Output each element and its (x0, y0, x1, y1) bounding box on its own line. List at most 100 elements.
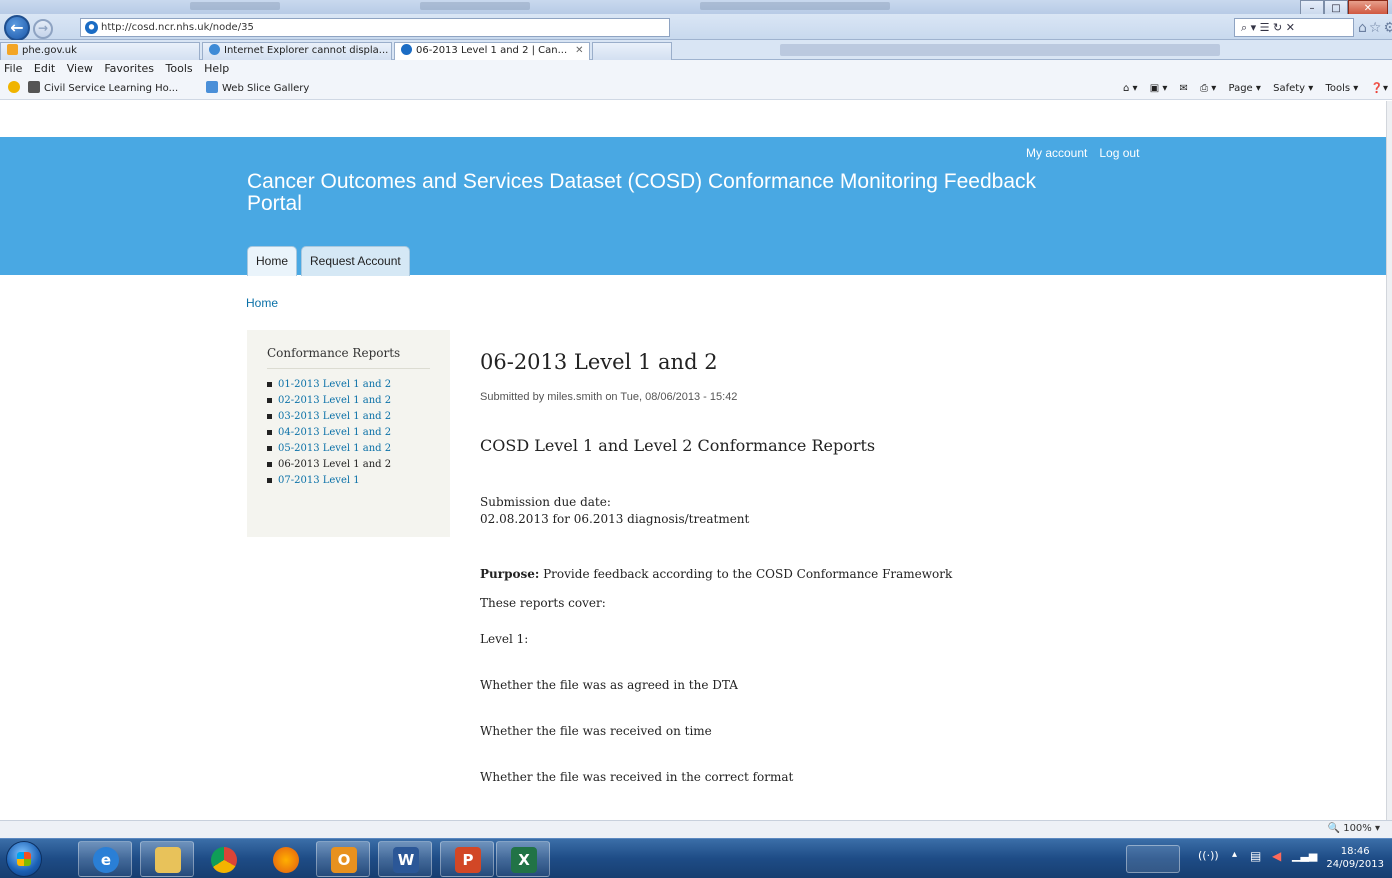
criterion-format: Whether the file was received in the cor… (480, 770, 794, 784)
site-name[interactable]: Cancer Outcomes and Services Dataset (CO… (247, 171, 1077, 215)
folder-icon (155, 847, 181, 873)
purpose-text: Provide feedback according to the COSD C… (539, 567, 953, 581)
tab-ie-error[interactable]: Internet Explorer cannot displa... (202, 42, 392, 60)
report-link-03[interactable]: 03-2013 Level 1 and 2 (267, 409, 430, 425)
taskbar-excel[interactable]: X (496, 841, 550, 877)
tab-request-account[interactable]: Request Account (301, 246, 410, 276)
log-out-link[interactable]: Log out (1099, 146, 1139, 160)
covers-text: These reports cover: (480, 596, 606, 610)
ie-icon (85, 21, 98, 34)
taskbar-word[interactable]: W (378, 841, 432, 877)
web-page: My account Log out Cancer Outcomes and Se… (0, 101, 1386, 820)
due-date-value: 02.08.2013 for 06.2013 diagnosis/treatme… (480, 512, 750, 526)
help-icon[interactable]: ❓▾ (1371, 83, 1388, 94)
zoom-control[interactable]: 🔍 100% ▾ (1328, 823, 1380, 834)
signal-strength-icon[interactable] (1126, 845, 1180, 873)
level-1-heading: Level 1: (480, 632, 529, 646)
outlook-icon: O (331, 847, 357, 873)
web-slice-icon (206, 81, 218, 93)
menu-tools[interactable]: Tools (166, 62, 193, 75)
tab-bar: phe.gov.uk Internet Explorer cannot disp… (0, 40, 1392, 61)
home-icon[interactable]: ⌂ ▾ (1123, 83, 1138, 94)
title-ghost (700, 2, 890, 10)
ie-page-icon (401, 44, 412, 55)
new-tab-button[interactable] (592, 42, 672, 60)
tab-close-icon[interactable]: ✕ (575, 45, 583, 56)
wireless-icon[interactable]: ((·)) (1198, 849, 1219, 867)
print-icon[interactable]: ⎙ ▾ (1200, 83, 1216, 94)
report-link-04[interactable]: 04-2013 Level 1 and 2 (267, 425, 430, 441)
menu-view[interactable]: View (67, 62, 93, 75)
address-bar[interactable]: http://cosd.ncr.nhs.uk/node/35 (80, 18, 670, 37)
start-button[interactable] (6, 841, 42, 877)
vertical-scrollbar[interactable] (1386, 101, 1392, 820)
tab-cosd-active[interactable]: 06-2013 Level 1 and 2 | Can... ✕ (394, 42, 590, 61)
tools-menu[interactable]: Tools ▾ (1325, 83, 1358, 94)
taskbar-powerpoint[interactable]: P (440, 841, 494, 877)
sidebar-title: Conformance Reports (267, 346, 430, 369)
forward-button[interactable]: → (33, 19, 53, 39)
tab-phe[interactable]: phe.gov.uk (0, 42, 200, 60)
my-account-link[interactable]: My account (1026, 146, 1087, 160)
report-link-05[interactable]: 05-2013 Level 1 and 2 (267, 441, 430, 457)
title-ghost (420, 2, 530, 10)
background-ghost (780, 44, 1220, 56)
phe-favicon-icon (7, 44, 18, 55)
title-ghost (190, 2, 280, 10)
sidebar-conformance-reports: Conformance Reports 01-2013 Level 1 and … (247, 330, 450, 537)
mail-icon[interactable]: ✉ (1180, 83, 1188, 94)
network-icon[interactable]: ▤ (1250, 849, 1264, 867)
firefox-icon (273, 847, 299, 873)
back-button[interactable]: ← (4, 15, 30, 41)
primary-tabs: Home Request Account (247, 246, 414, 276)
address-url: http://cosd.ncr.nhs.uk/node/35 (101, 22, 254, 33)
report-link-07[interactable]: 07-2013 Level 1 (267, 473, 430, 489)
powerpoint-icon: P (455, 847, 481, 873)
report-link-02[interactable]: 02-2013 Level 1 and 2 (267, 393, 430, 409)
report-link-01[interactable]: 01-2013 Level 1 and 2 (267, 377, 430, 393)
excel-icon: X (511, 847, 537, 873)
page-menu[interactable]: Page ▾ (1229, 83, 1261, 94)
crest-icon (28, 81, 40, 93)
taskbar-explorer[interactable] (140, 841, 194, 877)
zoom-level: 100% (1343, 823, 1372, 834)
ie-page-icon (209, 44, 220, 55)
word-icon: W (393, 847, 419, 873)
tray-expand-icon[interactable]: ▴ (1232, 849, 1242, 867)
menu-file[interactable]: File (4, 62, 22, 75)
feeds-icon[interactable]: ▣ ▾ (1150, 83, 1168, 94)
address-tools[interactable]: ⌕ ▾ ☰ ↻ ✕ (1234, 18, 1354, 37)
favorites-star-icon[interactable] (8, 78, 24, 100)
ie-icon: e (93, 847, 119, 873)
status-bar: 🔍 100% ▾ (0, 820, 1392, 838)
volume-muted-icon[interactable]: ◀ (1272, 849, 1286, 867)
purpose-label: Purpose: (480, 567, 540, 581)
window-title-bar (0, 0, 1392, 14)
menu-help[interactable]: Help (204, 62, 229, 75)
favorite-web-slice[interactable]: Web Slice Gallery (206, 78, 309, 100)
report-link-06-current: 06-2013 Level 1 and 2 (267, 457, 430, 473)
tab-home[interactable]: Home (247, 246, 298, 276)
zoom-icon: 🔍 (1327, 823, 1341, 834)
menu-favorites[interactable]: Favorites (104, 62, 154, 75)
report-list: 01-2013 Level 1 and 2 02-2013 Level 1 an… (267, 377, 430, 489)
criterion-dta: Whether the file was as agreed in the DT… (480, 678, 738, 692)
taskbar-firefox[interactable] (258, 841, 312, 877)
clock-time: 18:46 (1340, 846, 1370, 857)
wifi-bars-icon[interactable]: ▁▃▅ (1292, 849, 1317, 867)
due-date-label: Submission due date: (480, 495, 611, 509)
clock[interactable]: 18:46 24/09/2013 (1326, 845, 1384, 871)
criterion-on-time: Whether the file was received on time (480, 724, 712, 738)
main-content: 06-2013 Level 1 and 2 Submitted by miles… (480, 347, 1240, 786)
breadcrumb[interactable]: Home (246, 296, 278, 310)
safety-menu[interactable]: Safety ▾ (1273, 83, 1313, 94)
page-title: 06-2013 Level 1 and 2 (480, 350, 718, 374)
home-favorites-gear-icon[interactable]: ⌂☆⚙ (1358, 20, 1392, 36)
taskbar-outlook[interactable]: O (316, 841, 370, 877)
content-subtitle: COSD Level 1 and Level 2 Conformance Rep… (480, 436, 876, 455)
menu-edit[interactable]: Edit (34, 62, 55, 75)
taskbar-chrome[interactable] (196, 841, 250, 877)
taskbar-ie[interactable]: e (78, 841, 132, 877)
submitted-info: Submitted by miles.smith on Tue, 08/06/2… (480, 391, 738, 403)
favorite-civil-service[interactable]: Civil Service Learning Ho... (28, 78, 178, 100)
